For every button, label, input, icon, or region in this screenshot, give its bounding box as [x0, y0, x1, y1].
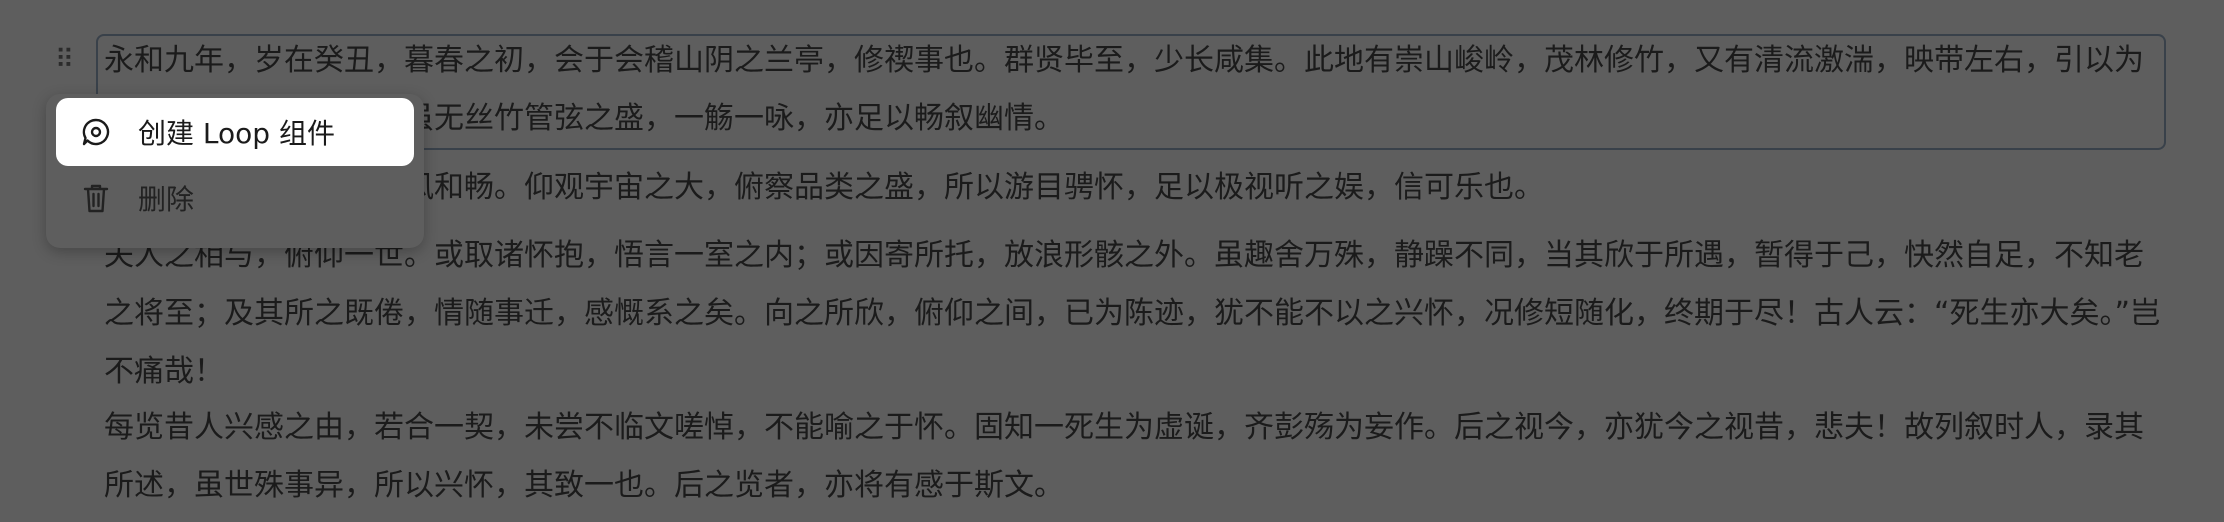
- delete-button[interactable]: 删除: [56, 164, 414, 232]
- trash-icon: [78, 180, 114, 216]
- drag-handle-icon[interactable]: ⠿: [55, 46, 74, 74]
- block-context-menu: 创建 Loop 组件 删除: [46, 94, 424, 248]
- document-canvas: ⠿ 永和九年，岁在癸丑，暮春之初，会于会稽山阴之兰亭，修禊事也。群贤毕至，少长咸…: [0, 0, 2224, 522]
- paragraph-4[interactable]: 每览昔人兴感之由，若合一契，未尝不临文嗟悼，不能喻之于怀。固知一死生为虚诞，齐彭…: [104, 399, 2164, 515]
- menu-item-label: 创建 Loop 组件: [138, 117, 335, 150]
- menu-item-label: 删除: [138, 183, 195, 216]
- loop-icon: [78, 114, 114, 150]
- paragraph-3[interactable]: 夫人之相与，俯仰一世。或取诸怀抱，悟言一室之内；或因寄所托，放浪形骸之外。虽趣舍…: [104, 227, 2164, 401]
- create-loop-component-button[interactable]: 创建 Loop 组件: [56, 98, 414, 166]
